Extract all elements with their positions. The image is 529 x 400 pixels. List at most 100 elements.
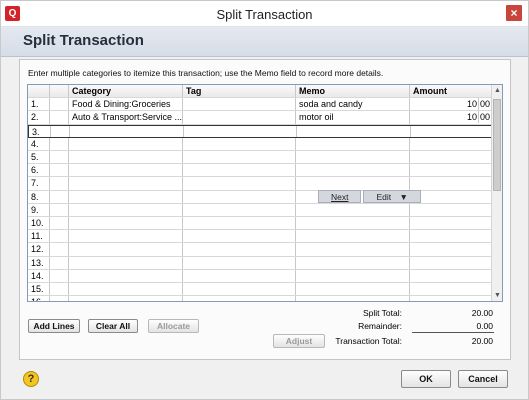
category-cell[interactable]: Food & Dining:Groceries	[69, 98, 183, 111]
amount-cell[interactable]: 10 00	[410, 98, 492, 111]
amount-cell[interactable]	[410, 283, 492, 296]
row-checkbox[interactable]	[50, 243, 69, 256]
amount-cell[interactable]	[410, 269, 492, 282]
table-row[interactable]: 15.	[28, 283, 492, 297]
help-icon[interactable]: ?	[23, 371, 39, 387]
close-icon[interactable]: ×	[506, 5, 522, 21]
amount-cents-cell[interactable]: 00	[478, 98, 490, 111]
clear-all-button[interactable]: Clear All	[88, 319, 138, 333]
scroll-thumb[interactable]	[493, 99, 501, 191]
row-checkbox[interactable]	[50, 137, 69, 150]
table-row[interactable]: 12.	[28, 243, 492, 257]
memo-cell[interactable]	[297, 125, 411, 137]
header-amount[interactable]: Amount	[410, 85, 492, 98]
category-cell[interactable]	[69, 256, 183, 269]
tag-cell[interactable]	[183, 203, 296, 216]
scroll-down-icon[interactable]: ▼	[492, 290, 502, 301]
tag-cell[interactable]	[183, 296, 296, 301]
table-row[interactable]: 14.	[28, 269, 492, 283]
grid-scrollbar[interactable]: ▲ ▼	[491, 85, 502, 301]
amount-cell[interactable]	[410, 137, 492, 150]
category-cell[interactable]	[69, 151, 183, 164]
memo-cell[interactable]	[296, 203, 410, 216]
row-checkbox[interactable]	[50, 230, 69, 243]
row-checkbox[interactable]	[50, 98, 69, 111]
tag-cell[interactable]	[183, 111, 296, 124]
category-cell[interactable]	[69, 269, 183, 282]
ok-button[interactable]: OK	[401, 370, 451, 388]
memo-cell[interactable]: motor oil	[296, 111, 410, 124]
category-cell[interactable]	[69, 283, 183, 296]
memo-cell[interactable]	[296, 283, 410, 296]
row-checkbox[interactable]	[50, 217, 69, 230]
tag-cell[interactable]	[183, 217, 296, 230]
table-row[interactable]: 9.	[28, 203, 492, 217]
table-row[interactable]: 11.	[28, 230, 492, 244]
memo-cell[interactable]	[296, 217, 410, 230]
row-checkbox[interactable]	[50, 151, 69, 164]
amount-cents-cell[interactable]: 00	[478, 111, 490, 124]
header-category[interactable]: Category	[69, 85, 183, 98]
table-row[interactable]: 10.	[28, 217, 492, 231]
amount-cell[interactable]	[410, 164, 492, 177]
memo-cell[interactable]	[296, 164, 410, 177]
amount-cell[interactable]	[410, 203, 492, 216]
allocate-button[interactable]: Allocate	[148, 319, 199, 333]
amount-cell[interactable]	[411, 125, 493, 137]
row-checkbox[interactable]	[50, 283, 69, 296]
tag-cell[interactable]	[183, 137, 296, 150]
amount-cell[interactable]	[410, 256, 492, 269]
row-checkbox[interactable]	[50, 269, 69, 282]
memo-cell[interactable]	[296, 177, 410, 190]
memo-cell[interactable]	[296, 296, 410, 301]
table-row[interactable]: 6.	[28, 164, 492, 178]
edit-button[interactable]: Edit ▼	[363, 190, 421, 203]
memo-cell[interactable]	[296, 269, 410, 282]
tag-cell[interactable]	[183, 256, 296, 269]
category-cell[interactable]: ⬆▤	[70, 125, 184, 137]
table-row[interactable]: 16.	[28, 296, 492, 301]
category-cell[interactable]	[69, 190, 183, 203]
amount-cell[interactable]: 10 00	[410, 111, 492, 124]
memo-cell[interactable]	[296, 137, 410, 150]
tag-cell[interactable]	[183, 98, 296, 111]
amount-cell[interactable]	[410, 243, 492, 256]
category-cell[interactable]	[69, 230, 183, 243]
amount-cell[interactable]	[410, 151, 492, 164]
next-button[interactable]: Next	[318, 190, 362, 203]
tag-cell[interactable]	[183, 230, 296, 243]
category-cell[interactable]	[69, 177, 183, 190]
category-cell[interactable]	[69, 203, 183, 216]
table-row[interactable]: 2. Auto & Transport:Service ... motor oil 1…	[28, 111, 492, 125]
amount-cell[interactable]	[410, 230, 492, 243]
table-row[interactable]: 13.	[28, 256, 492, 270]
amount-cell[interactable]	[410, 190, 492, 203]
category-cell[interactable]	[69, 137, 183, 150]
table-row[interactable]: 5.	[28, 151, 492, 165]
table-row[interactable]: 1. Food & Dining:Groceries soda and candy 1…	[28, 98, 492, 112]
row-checkbox[interactable]	[50, 164, 69, 177]
table-row[interactable]: 7.	[28, 177, 492, 191]
table-row[interactable]: 3. ⬆▤	[28, 124, 493, 138]
memo-cell[interactable]	[296, 230, 410, 243]
tag-cell[interactable]	[183, 151, 296, 164]
row-checkbox[interactable]	[51, 125, 70, 137]
tag-cell[interactable]	[183, 283, 296, 296]
category-cell[interactable]	[69, 296, 183, 301]
row-checkbox[interactable]	[50, 177, 69, 190]
row-checkbox[interactable]	[50, 190, 69, 203]
header-memo[interactable]: Memo	[296, 85, 410, 98]
category-cell[interactable]: Auto & Transport:Service ...	[69, 111, 183, 124]
tag-cell[interactable]	[184, 125, 297, 137]
header-tag[interactable]: Tag	[183, 85, 296, 98]
tag-cell[interactable]	[183, 269, 296, 282]
table-row[interactable]: 8.	[28, 190, 492, 204]
memo-cell[interactable]	[296, 256, 410, 269]
table-row[interactable]: 4.	[28, 137, 492, 151]
cancel-button[interactable]: Cancel	[458, 370, 508, 388]
memo-cell[interactable]: soda and candy	[296, 98, 410, 111]
memo-cell[interactable]	[296, 243, 410, 256]
add-lines-button[interactable]: Add Lines	[28, 319, 80, 333]
amount-cell[interactable]	[410, 217, 492, 230]
memo-cell[interactable]	[296, 151, 410, 164]
